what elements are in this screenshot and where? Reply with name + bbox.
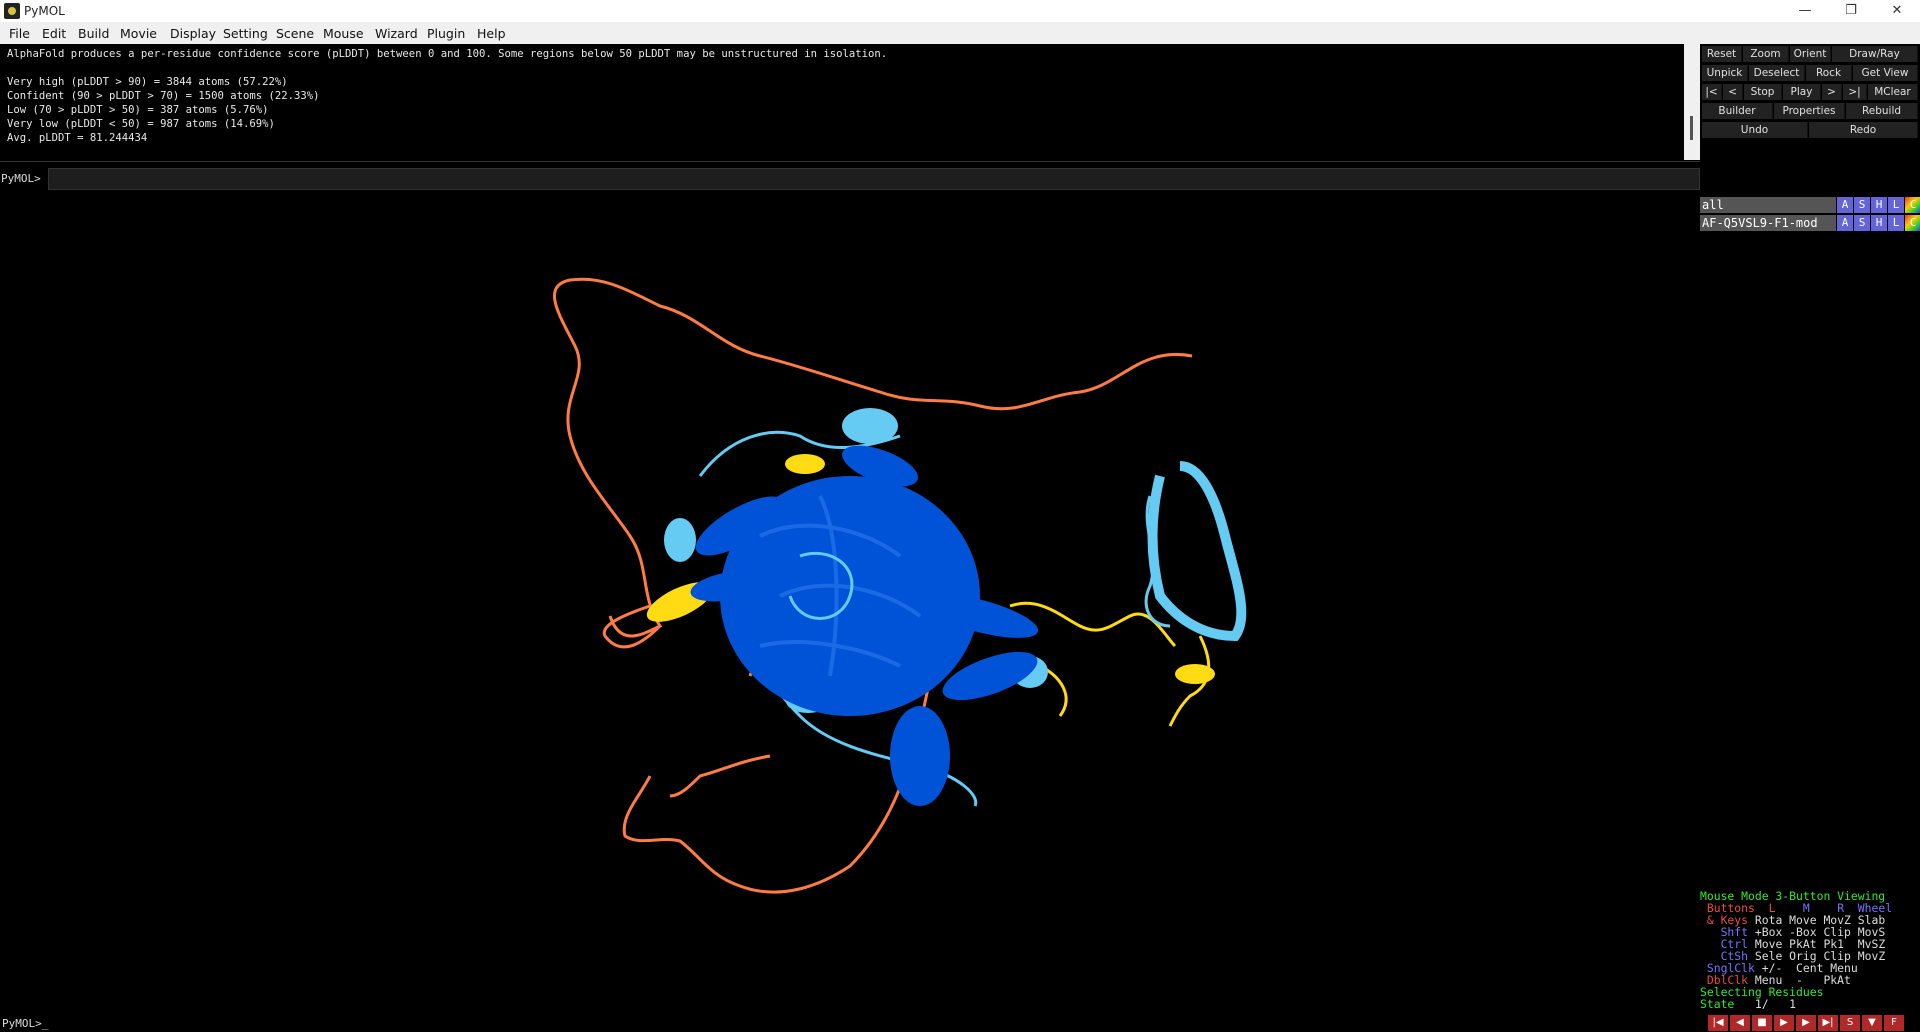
dropdown-icon[interactable]: ▼ xyxy=(1862,1015,1883,1031)
confident-helix-domain xyxy=(1147,461,1247,642)
rock-button[interactable]: Rock xyxy=(1806,65,1852,81)
very-high-helix xyxy=(890,706,950,806)
unpick-button[interactable]: Unpick xyxy=(1702,65,1748,81)
menu-help[interactable]: Help xyxy=(477,26,506,41)
command-input[interactable] xyxy=(48,168,1700,190)
menu-plugin[interactable]: Plugin xyxy=(427,26,465,41)
properties-button[interactable]: Properties xyxy=(1774,103,1845,119)
restore-icon[interactable]: ❐ xyxy=(1828,0,1874,22)
show-button[interactable]: S xyxy=(1854,215,1870,231)
end-button[interactable]: >| xyxy=(1843,84,1867,100)
output-line: Confident (90 > pLDDT > 70) = 1500 atoms… xyxy=(7,90,320,102)
output-line: AlphaFold produces a per-residue confide… xyxy=(7,48,888,60)
output-line: Very high (pLDDT > 90) = 3844 atoms (57.… xyxy=(7,76,288,88)
mouse-mode-info: Mouse Mode 3-Button Viewing Buttons L M … xyxy=(1700,890,1920,1014)
action-button[interactable]: A xyxy=(1837,215,1853,231)
low-helix xyxy=(1175,664,1215,684)
stop-button[interactable]: Stop xyxy=(1744,84,1782,100)
scene-icon[interactable]: S xyxy=(1840,1015,1861,1031)
output-scrollbar[interactable] xyxy=(1684,44,1700,160)
confident-helix xyxy=(664,518,696,562)
protein-structure xyxy=(552,277,1247,894)
action-button[interactable]: A xyxy=(1837,197,1853,213)
command-row: PyMOL> xyxy=(0,166,1700,192)
zoom-button[interactable]: Zoom xyxy=(1743,46,1789,62)
color-button[interactable]: C xyxy=(1905,197,1920,213)
control-panel: Reset Zoom Orient Draw/Ray Unpick Desele… xyxy=(1700,44,1920,192)
undo-button[interactable]: Undo xyxy=(1702,122,1808,138)
object-row-model[interactable]: AF-Q5VSL9-F1-mod A S H L C xyxy=(1700,215,1920,231)
builder-button[interactable]: Builder xyxy=(1702,103,1773,119)
state-value: 1/ 1 xyxy=(1754,997,1797,1011)
redo-button[interactable]: Redo xyxy=(1809,122,1918,138)
rebuild-button[interactable]: Rebuild xyxy=(1846,103,1918,119)
menu-file[interactable]: File xyxy=(9,26,30,41)
play-button[interactable]: Play xyxy=(1783,84,1821,100)
3d-viewport[interactable] xyxy=(0,196,1700,1014)
orient-button[interactable]: Orient xyxy=(1790,46,1831,62)
stop-icon[interactable]: ■ xyxy=(1752,1015,1773,1031)
minimize-icon[interactable]: — xyxy=(1782,0,1828,22)
menu-display[interactable]: Display xyxy=(170,26,216,41)
play-icon[interactable]: ▶ xyxy=(1774,1015,1795,1031)
object-panel: all A S H L C AF-Q5VSL9-F1-mod A S H L C xyxy=(1700,196,1920,896)
prev-frame-icon[interactable]: ◀ xyxy=(1730,1015,1751,1031)
draw-ray-button[interactable]: Draw/Ray xyxy=(1832,46,1918,62)
reset-button[interactable]: Reset xyxy=(1702,46,1742,62)
label-button[interactable]: L xyxy=(1888,215,1904,231)
state-row: State 1/ 1 xyxy=(1700,998,1920,1010)
object-name[interactable]: AF-Q5VSL9-F1-mod xyxy=(1700,215,1836,231)
output-line: Avg. pLDDT = 81.244434 xyxy=(7,132,148,144)
scrollbar-thumb[interactable] xyxy=(1690,116,1693,140)
output-line: Low (70 > pLDDT > 50) = 387 atoms (5.76%… xyxy=(7,104,269,116)
forward-button[interactable]: > xyxy=(1822,84,1842,100)
close-icon[interactable]: ✕ xyxy=(1874,0,1920,22)
object-row-all[interactable]: all A S H L C xyxy=(1700,197,1920,213)
mclear-button[interactable]: MClear xyxy=(1868,84,1918,100)
output-log[interactable]: AlphaFold produces a per-residue confide… xyxy=(0,44,1700,162)
next-frame-icon[interactable]: ▶ xyxy=(1796,1015,1817,1031)
output-text: AlphaFold produces a per-residue confide… xyxy=(7,47,887,145)
rewind-button[interactable]: |< xyxy=(1702,84,1722,100)
state-label: State xyxy=(1700,997,1735,1011)
playback-bar: |◀ ◀ ■ ▶ ▶ ▶| S ▼ F xyxy=(1700,1014,1920,1032)
object-name[interactable]: all xyxy=(1700,197,1836,213)
get-view-button[interactable]: Get View xyxy=(1853,65,1918,81)
label-button[interactable]: L xyxy=(1888,197,1904,213)
menu-edit[interactable]: Edit xyxy=(42,26,66,41)
output-line: Very low (pLDDT < 50) = 987 atoms (14.69… xyxy=(7,118,275,130)
bottom-prompt[interactable]: PyMOL>_ xyxy=(2,1017,48,1030)
menu-build[interactable]: Build xyxy=(78,26,109,41)
first-frame-icon[interactable]: |◀ xyxy=(1708,1015,1729,1031)
menu-setting[interactable]: Setting xyxy=(223,26,268,41)
hide-button[interactable]: H xyxy=(1871,197,1887,213)
color-button[interactable]: C xyxy=(1905,215,1920,231)
low-helix xyxy=(785,454,825,474)
window-title: PyMOL xyxy=(24,4,65,18)
deselect-button[interactable]: Deselect xyxy=(1749,65,1805,81)
menu-bar: File Edit Build Movie Display Setting Sc… xyxy=(0,22,1920,44)
fullscreen-icon[interactable]: F xyxy=(1884,1015,1905,1031)
hide-button[interactable]: H xyxy=(1871,215,1887,231)
very-low-loop xyxy=(669,754,771,798)
pymol-app-icon xyxy=(4,3,20,19)
menu-scene[interactable]: Scene xyxy=(276,26,314,41)
bottom-command-line[interactable]: PyMOL>_ xyxy=(0,1014,1700,1032)
title-bar: PyMOL — ❐ ✕ xyxy=(0,0,1920,22)
menu-wizard[interactable]: Wizard xyxy=(375,26,418,41)
show-button[interactable]: S xyxy=(1854,197,1870,213)
menu-movie[interactable]: Movie xyxy=(120,26,157,41)
command-prompt: PyMOL> xyxy=(1,172,41,185)
menu-mouse[interactable]: Mouse xyxy=(323,26,364,41)
last-frame-icon[interactable]: ▶| xyxy=(1818,1015,1839,1031)
back-button[interactable]: < xyxy=(1723,84,1743,100)
